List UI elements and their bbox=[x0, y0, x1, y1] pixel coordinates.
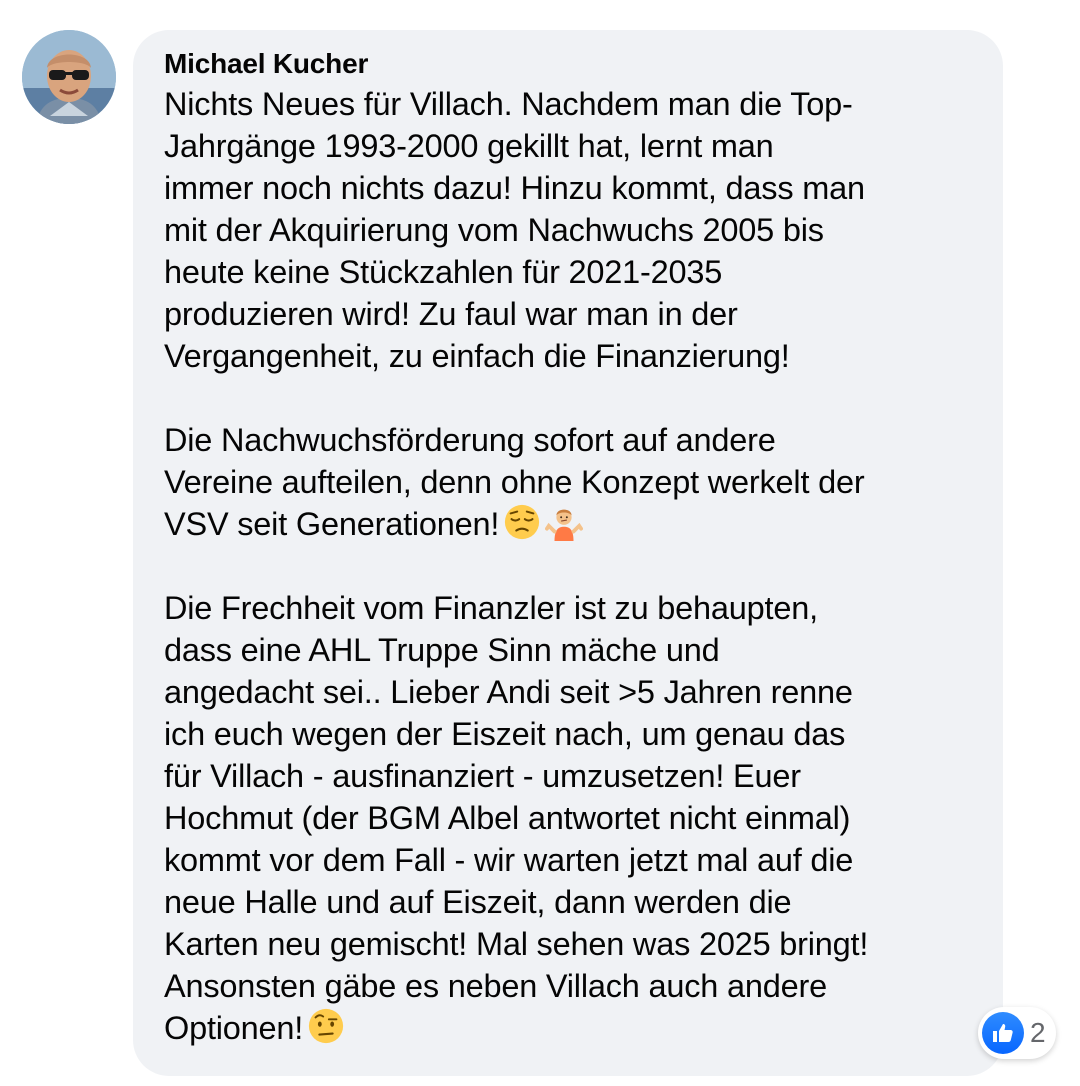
text-line-with-emoji: VSV seit Generationen! bbox=[164, 503, 975, 545]
comment-paragraph: Die Nachwuchsförderung sofort auf andere… bbox=[164, 419, 975, 545]
text-line: neue Halle und auf Eiszeit, dann werden … bbox=[164, 884, 792, 920]
text-line: ich euch wegen der Eiszeit nach, um gena… bbox=[164, 716, 846, 752]
paragraph-break bbox=[164, 377, 975, 419]
text-segment: Optionen! bbox=[164, 1010, 304, 1046]
text-line: für Villach - ausfinanziert - umzusetzen… bbox=[164, 758, 801, 794]
text-line: mit der Akquirierung vom Nachwuchs 2005 … bbox=[164, 212, 824, 248]
text-line: Jahrgänge 1993-2000 gekillt hat, lernt m… bbox=[164, 128, 774, 164]
text-line: Die Frechheit vom Finanzler ist zu behau… bbox=[164, 590, 818, 626]
pensive-face-emoji bbox=[503, 503, 541, 541]
text-line: Vergangenheit, zu einfach die Finanzieru… bbox=[164, 338, 790, 374]
comment-bubble: Michael Kucher Nichts Neues für Villach.… bbox=[133, 30, 1003, 1076]
text-line: Hochmut (der BGM Albel antwortet nicht e… bbox=[164, 800, 851, 836]
text-line: kommt vor dem Fall - wir warten jetzt ma… bbox=[164, 842, 854, 878]
text-line: Vereine aufteilen, denn ohne Konzept wer… bbox=[164, 464, 865, 500]
text-line: Nichts Neues für Villach. Nachdem man di… bbox=[164, 86, 853, 122]
reactions-pill[interactable]: 2 bbox=[978, 1007, 1056, 1059]
text-line: produzieren wird! Zu faul war man in der bbox=[164, 296, 738, 332]
text-line: angedacht sei.. Lieber Andi seit >5 Jahr… bbox=[164, 674, 853, 710]
text-line: immer noch nichts dazu! Hinzu kommt, das… bbox=[164, 170, 865, 206]
reaction-count: 2 bbox=[1030, 1017, 1046, 1048]
comment-paragraph: Die Frechheit vom Finanzler ist zu behau… bbox=[164, 587, 975, 1049]
text-line-with-emoji: Optionen! bbox=[164, 1007, 975, 1049]
text-line: dass eine AHL Truppe Sinn mäche und bbox=[164, 632, 720, 668]
paragraph-break bbox=[164, 545, 975, 587]
avatar[interactable] bbox=[22, 30, 116, 124]
text-segment: VSV seit Generationen! bbox=[164, 506, 500, 542]
face-with-raised-eyebrow-emoji bbox=[307, 1007, 345, 1045]
text-line: Karten neu gemischt! Mal sehen was 2025 … bbox=[164, 926, 869, 962]
comment-text: Nichts Neues für Villach. Nachdem man di… bbox=[164, 83, 975, 1049]
text-line: Die Nachwuchsförderung sofort auf andere bbox=[164, 422, 776, 458]
person-shrugging-emoji bbox=[545, 503, 584, 541]
comment-paragraph: Nichts Neues für Villach. Nachdem man di… bbox=[164, 83, 975, 377]
profile-photo bbox=[22, 30, 116, 124]
text-line: Ansonsten gäbe es neben Villach auch and… bbox=[164, 968, 827, 1004]
text-line: heute keine Stückzahlen für 2021-2035 bbox=[164, 254, 723, 290]
like-icon bbox=[982, 1012, 1024, 1054]
comment-author[interactable]: Michael Kucher bbox=[164, 46, 975, 82]
